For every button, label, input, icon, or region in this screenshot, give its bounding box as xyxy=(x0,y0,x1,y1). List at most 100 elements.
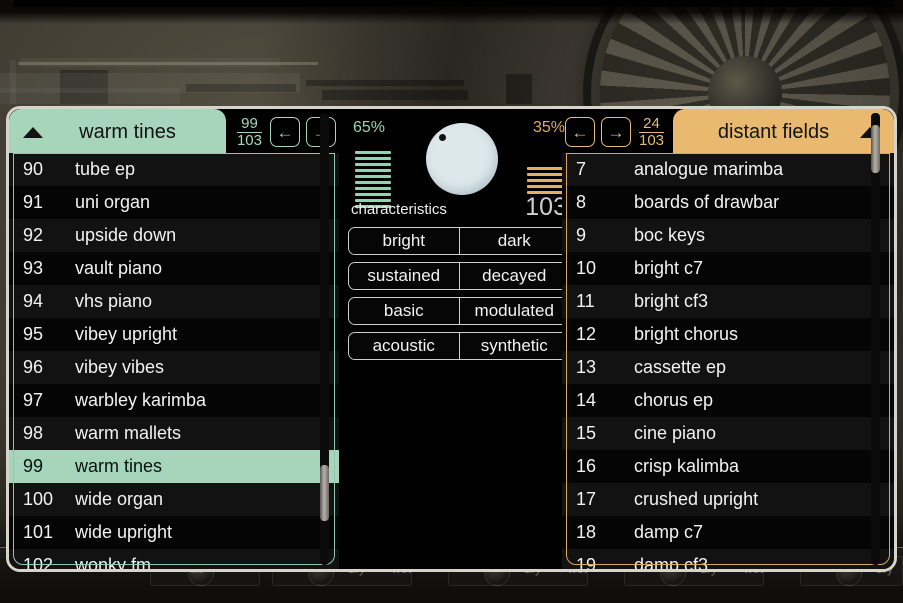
characteristic-chip-dark[interactable]: dark xyxy=(458,228,569,254)
list-item-name: wide organ xyxy=(75,489,164,509)
list-item[interactable]: 15 cine piano xyxy=(562,417,894,450)
bg-rail xyxy=(18,62,318,65)
characteristic-chip-acoustic[interactable]: acoustic xyxy=(349,333,459,359)
center-characteristics-panel: 65% 35% characteristics 103 bright dark su… xyxy=(341,109,577,569)
list-item-index: 19 xyxy=(576,555,597,569)
left-scrollbar-track[interactable] xyxy=(320,113,329,565)
list-item-index: 10 xyxy=(576,258,597,278)
characteristic-row: acoustic synthetic xyxy=(348,332,570,360)
left-preset-tab[interactable]: warm tines xyxy=(9,109,226,155)
characteristic-chip-bright[interactable]: bright xyxy=(349,228,459,254)
list-item[interactable]: 7 analogue marimba xyxy=(562,153,894,186)
list-item[interactable]: 98 warm mallets xyxy=(9,417,339,450)
list-item-name: warm mallets xyxy=(75,423,182,443)
characteristic-row: basic modulated xyxy=(348,297,570,325)
right-scrollbar-track[interactable] xyxy=(871,113,880,565)
list-item-name: warbley karimba xyxy=(75,390,207,410)
characteristic-chip-decayed[interactable]: decayed xyxy=(458,263,569,289)
list-item[interactable]: 11 bright cf3 xyxy=(562,285,894,318)
meter-bar xyxy=(527,173,563,176)
list-item[interactable]: 10 bright c7 xyxy=(562,252,894,285)
list-item-index: 9 xyxy=(576,225,587,245)
list-item-index: 17 xyxy=(576,489,597,509)
left-scrollbar-thumb[interactable] xyxy=(320,465,329,521)
bg-plate xyxy=(186,84,296,92)
meter-bar xyxy=(355,169,391,172)
characteristic-chip-sustained[interactable]: sustained xyxy=(349,263,459,289)
left-preset-title: warm tines xyxy=(79,120,176,143)
list-item-name: bright cf3 xyxy=(634,291,709,311)
characteristic-chip-basic[interactable]: basic xyxy=(349,298,459,324)
list-item[interactable]: 16 crisp kalimba xyxy=(562,450,894,483)
list-item[interactable]: 99 warm tines xyxy=(9,450,339,483)
list-item[interactable]: 95 vibey upright xyxy=(9,318,339,351)
right-scrollbar-thumb[interactable] xyxy=(871,125,880,173)
list-item-name: vhs piano xyxy=(75,291,153,311)
list-item-index: 16 xyxy=(576,456,597,476)
list-item[interactable]: 100 wide organ xyxy=(9,483,339,516)
knob-indicator-dot xyxy=(439,134,446,141)
list-item[interactable]: 14 chorus ep xyxy=(562,384,894,417)
right-counter-total: 103 xyxy=(639,131,665,149)
list-item-name: tube ep xyxy=(75,159,136,179)
right-counter-current: 24 xyxy=(643,115,660,133)
arrow-left-icon[interactable]: ← xyxy=(565,117,595,147)
list-item[interactable]: 9 boc keys xyxy=(562,219,894,252)
bg-plate xyxy=(10,60,16,104)
right-percent-readout: 35% xyxy=(532,119,565,136)
list-item-name: vibey upright xyxy=(75,324,178,344)
list-item-name: wide upright xyxy=(75,522,173,542)
list-item-index: 94 xyxy=(23,291,44,311)
list-item-name: cassette ep xyxy=(634,357,727,377)
right-blend-meter xyxy=(527,167,563,194)
list-item-name: analogue marimba xyxy=(634,159,784,179)
arrow-right-icon[interactable]: → xyxy=(601,117,631,147)
list-item[interactable]: 90 tube ep xyxy=(9,153,339,186)
right-pane-header: ← → 24 103 distant fields xyxy=(562,109,894,155)
list-item[interactable]: 102 wonky fm xyxy=(9,549,339,569)
list-item-index: 93 xyxy=(23,258,44,278)
left-counter-current: 99 xyxy=(241,115,258,133)
list-item-name: bright chorus xyxy=(634,324,739,344)
browser-panel: warm tines 99 103 ← → 90 tube ep 91 uni org… xyxy=(6,106,897,572)
right-preset-list[interactable]: 7 analogue marimba 8 boards of drawbar 9 boc … xyxy=(562,153,894,569)
left-preset-list[interactable]: 90 tube ep 91 uni organ 92 upside down 93 vault… xyxy=(9,153,339,569)
characteristic-chip-synthetic[interactable]: synthetic xyxy=(458,333,569,359)
list-item[interactable]: 17 crushed upright xyxy=(562,483,894,516)
bg-plate xyxy=(506,74,532,104)
list-item-index: 15 xyxy=(576,423,597,443)
list-item-name: boards of drawbar xyxy=(634,192,780,212)
list-item-name: damp c7 xyxy=(634,522,704,542)
list-item[interactable]: 18 damp c7 xyxy=(562,516,894,549)
list-item[interactable]: 13 cassette ep xyxy=(562,351,894,384)
list-item[interactable]: 19 damp cf3 xyxy=(562,549,894,569)
list-item-index: 92 xyxy=(23,225,44,245)
list-item-index: 101 xyxy=(23,522,54,542)
list-item[interactable]: 8 boards of drawbar xyxy=(562,186,894,219)
arrow-left-icon[interactable]: ← xyxy=(270,117,300,147)
list-item[interactable]: 94 vhs piano xyxy=(9,285,339,318)
list-item-name: cine piano xyxy=(634,423,717,443)
caret-up-icon[interactable] xyxy=(23,126,43,138)
list-item-index: 99 xyxy=(23,456,44,476)
bg-plate xyxy=(20,58,280,67)
list-item-index: 7 xyxy=(576,159,587,179)
list-item-index: 12 xyxy=(576,324,597,344)
list-item-index: 102 xyxy=(23,555,54,569)
list-item[interactable]: 92 upside down xyxy=(9,219,339,252)
list-item-index: 98 xyxy=(23,423,44,443)
meter-bar xyxy=(355,187,391,190)
bg-plate xyxy=(322,90,468,100)
list-item[interactable]: 12 bright chorus xyxy=(562,318,894,351)
list-item-name: boc keys xyxy=(634,225,706,245)
list-item-name: bright c7 xyxy=(634,258,704,278)
list-item-index: 100 xyxy=(23,489,54,509)
list-item[interactable]: 93 vault piano xyxy=(9,252,339,285)
blend-knob[interactable] xyxy=(426,123,498,195)
list-item[interactable]: 91 uni organ xyxy=(9,186,339,219)
list-item[interactable]: 97 warbley karimba xyxy=(9,384,339,417)
characteristic-chip-modulated[interactable]: modulated xyxy=(458,298,569,324)
right-preset-tab[interactable]: distant fields xyxy=(673,109,894,155)
list-item[interactable]: 96 vibey vibes xyxy=(9,351,339,384)
list-item[interactable]: 101 wide upright xyxy=(9,516,339,549)
